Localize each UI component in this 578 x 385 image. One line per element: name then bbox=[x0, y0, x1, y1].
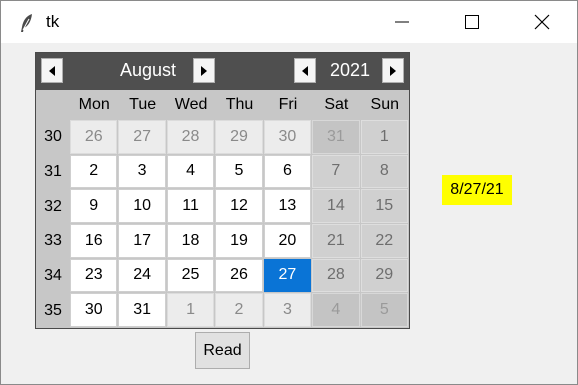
week-number: 30 bbox=[36, 120, 70, 155]
day-cell[interactable]: 9 bbox=[70, 189, 118, 223]
prev-month-button[interactable] bbox=[41, 58, 63, 83]
close-icon bbox=[534, 14, 550, 30]
day-cell-selected[interactable]: 27 bbox=[263, 258, 312, 293]
day-cell[interactable]: 31 bbox=[312, 120, 360, 154]
week-number: 32 bbox=[36, 189, 70, 224]
day-cell[interactable]: 1 bbox=[166, 293, 215, 327]
day-cell[interactable]: 21 bbox=[312, 224, 360, 258]
day-cell[interactable]: 10 bbox=[118, 189, 166, 223]
day-cell[interactable]: 2 bbox=[70, 154, 118, 189]
day-cell[interactable]: 3 bbox=[263, 293, 312, 327]
calendar-widget: August 2021 Mon Tue Wed Thu Fri Sat Sun 30 26 27 2… bbox=[35, 52, 410, 329]
day-cell[interactable]: 17 bbox=[118, 224, 166, 258]
day-cell[interactable]: 6 bbox=[263, 154, 312, 189]
arrow-left-icon bbox=[302, 66, 308, 76]
day-cell[interactable]: 5 bbox=[360, 293, 408, 327]
day-cell[interactable]: 16 bbox=[70, 224, 118, 258]
day-cell[interactable]: 30 bbox=[70, 293, 118, 327]
day-cell[interactable]: 28 bbox=[166, 120, 215, 154]
weekday-header: Wed bbox=[174, 96, 208, 113]
day-cell[interactable]: 26 bbox=[215, 258, 263, 293]
day-cell[interactable]: 15 bbox=[360, 189, 408, 223]
day-cell[interactable]: 4 bbox=[166, 154, 215, 189]
day-cell[interactable]: 29 bbox=[360, 258, 408, 293]
maximize-button[interactable] bbox=[437, 1, 507, 43]
day-cell[interactable]: 8 bbox=[360, 154, 408, 189]
read-button[interactable]: Read bbox=[195, 332, 250, 369]
calendar-grid: Mon Tue Wed Thu Fri Sat Sun 30 26 27 28 29 30 31 1 31 2 3… bbox=[36, 90, 409, 328]
day-cell[interactable]: 26 bbox=[70, 120, 118, 154]
close-button[interactable] bbox=[507, 1, 577, 43]
week-number: 34 bbox=[36, 258, 70, 294]
weekday-header: Mon bbox=[78, 96, 110, 113]
day-cell[interactable]: 5 bbox=[215, 154, 263, 189]
day-cell[interactable]: 28 bbox=[312, 258, 360, 293]
feather-icon bbox=[19, 13, 35, 33]
day-cell[interactable]: 30 bbox=[263, 120, 312, 154]
minimize-button[interactable] bbox=[367, 1, 437, 43]
weekday-header: Fri bbox=[278, 96, 298, 113]
calendar-corner bbox=[36, 90, 70, 120]
day-cell[interactable]: 1 bbox=[360, 120, 408, 154]
day-cell[interactable]: 18 bbox=[166, 224, 215, 258]
arrow-right-icon bbox=[390, 66, 396, 76]
year-label: 2021 bbox=[329, 60, 371, 80]
window-title: tk bbox=[46, 12, 60, 31]
day-cell[interactable]: 3 bbox=[118, 154, 166, 189]
day-cell[interactable]: 29 bbox=[215, 120, 263, 154]
day-cell[interactable]: 27 bbox=[118, 120, 166, 154]
calendar-header: August 2021 bbox=[36, 53, 409, 90]
week-number: 35 bbox=[36, 293, 70, 328]
day-cell[interactable]: 31 bbox=[118, 293, 166, 327]
weekday-header: Tue bbox=[129, 96, 157, 113]
week-number: 33 bbox=[36, 224, 70, 259]
day-cell[interactable]: 25 bbox=[166, 258, 215, 293]
title-bar: tk bbox=[1, 1, 577, 43]
day-cell[interactable]: 12 bbox=[215, 189, 263, 223]
day-cell[interactable]: 11 bbox=[166, 189, 215, 223]
day-cell[interactable]: 14 bbox=[312, 189, 360, 223]
day-cell[interactable]: 19 bbox=[215, 224, 263, 258]
day-cell[interactable]: 4 bbox=[312, 293, 360, 327]
weekday-header: Sun bbox=[370, 96, 399, 113]
next-year-button[interactable] bbox=[382, 58, 404, 83]
weekday-header: Thu bbox=[225, 96, 254, 113]
day-cell[interactable]: 20 bbox=[263, 224, 312, 258]
day-cell[interactable]: 22 bbox=[360, 224, 408, 258]
selected-date-label: 8/27/21 bbox=[442, 175, 512, 205]
minimize-icon bbox=[395, 21, 409, 23]
day-cell[interactable]: 2 bbox=[215, 293, 263, 327]
app-window: tk August 2021 Mon Tue Wed Thu Fri Sat S… bbox=[0, 0, 578, 385]
arrow-right-icon bbox=[201, 66, 207, 76]
day-cell[interactable]: 13 bbox=[263, 189, 312, 223]
maximize-icon bbox=[465, 15, 479, 29]
arrow-left-icon bbox=[49, 66, 55, 76]
weekday-header: Sat bbox=[324, 96, 349, 113]
prev-year-button[interactable] bbox=[294, 58, 316, 83]
week-number: 31 bbox=[36, 154, 70, 190]
next-month-button[interactable] bbox=[193, 58, 215, 83]
day-cell[interactable]: 24 bbox=[118, 258, 166, 293]
day-cell[interactable]: 23 bbox=[70, 258, 118, 293]
day-cell[interactable]: 7 bbox=[312, 154, 360, 189]
